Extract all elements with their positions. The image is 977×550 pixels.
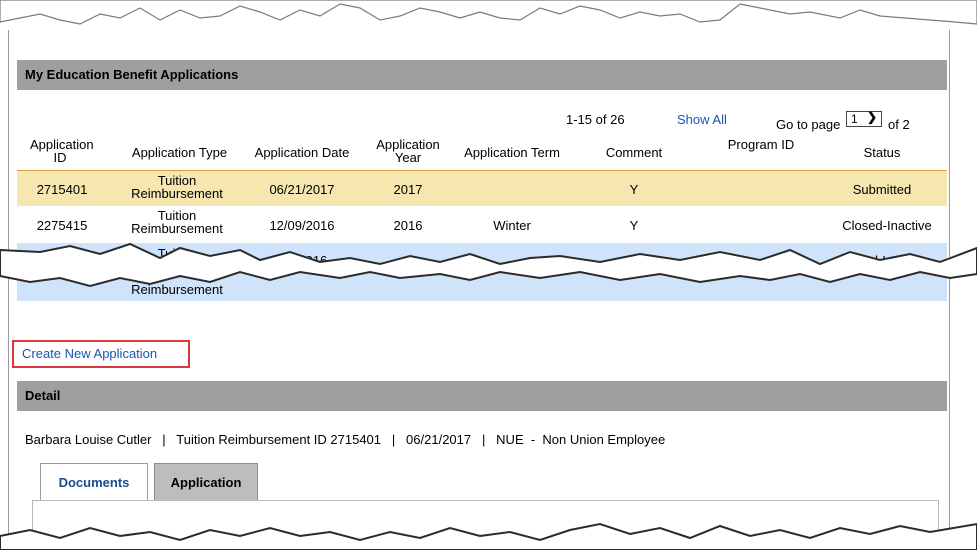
show-all-link[interactable]: Show All <box>677 112 727 127</box>
cell-application-year: 2017 <box>393 182 423 197</box>
applications-panel-title: My Education Benefit Applications <box>17 60 947 90</box>
column-header-application-date[interactable]: Application Date <box>243 146 361 159</box>
cell-application-type: Reimbursement <box>131 282 223 297</box>
column-header-application-term[interactable]: Application Term <box>452 146 572 159</box>
cell-application-id: 2715401 <box>36 182 88 197</box>
table-row[interactable]: 20977 Tuition /22/2016 Y losed-Inactive <box>17 243 947 271</box>
cell-status: Submitted <box>852 182 912 197</box>
applications-panel: My Education Benefit Applications <box>17 60 947 90</box>
page-total: of 2 <box>888 117 910 132</box>
cell-comment: Y <box>629 182 639 197</box>
cell-status: Closed-Inactive <box>842 218 932 233</box>
tab-application[interactable]: Application <box>154 463 258 501</box>
detail-panel: Detail <box>17 381 947 411</box>
cell-comment: Y <box>629 253 639 268</box>
table-row[interactable]: 2275415 Tuition Reimbursement 12/09/2016… <box>17 206 947 241</box>
cell-application-date: 12/09/2016 <box>269 218 335 233</box>
cell-status: losed-Inactive <box>846 253 928 268</box>
go-to-page-label: Go to page <box>776 117 841 132</box>
cell-application-id: 2275415 <box>36 218 88 233</box>
cell-application-year: 2016 <box>393 218 423 233</box>
table-row[interactable]: Reimbursement <box>17 271 947 301</box>
page-select-value: 1 <box>851 112 858 126</box>
page-select[interactable]: 1 ❯ <box>846 110 882 127</box>
column-header-program-id[interactable]: Program ID <box>726 138 796 151</box>
detail-panel-title: Detail <box>17 381 947 411</box>
column-header-application-type[interactable]: Application Type <box>117 146 242 159</box>
column-header-application-year[interactable]: Application Year <box>366 138 450 164</box>
cell-application-type: Tuition Reimbursement <box>131 208 223 236</box>
cell-application-type: Tuition <box>157 246 197 261</box>
cell-application-type: Tuition Reimbursement <box>131 173 223 201</box>
cell-comment: Y <box>629 218 639 233</box>
cell-application-id: 20977 <box>43 253 81 268</box>
table-row[interactable]: 2715401 Tuition Reimbursement 06/21/2017… <box>17 170 947 206</box>
cell-application-term: Winter <box>493 218 531 233</box>
column-header-comment[interactable]: Comment <box>594 146 674 159</box>
cell-application-date: 06/21/2017 <box>269 182 335 197</box>
tab-documents[interactable]: Documents <box>40 463 148 501</box>
detail-summary: Barbara Louise Cutler | Tuition Reimburs… <box>25 432 666 447</box>
create-new-application-link[interactable]: Create New Application <box>22 346 157 361</box>
column-header-status[interactable]: Status <box>842 146 922 159</box>
cell-application-date: /22/2016 <box>276 253 328 268</box>
tab-content-area <box>32 500 939 546</box>
pager-range: 1-15 of 26 <box>566 112 625 127</box>
column-header-application-id[interactable]: Application ID <box>30 138 94 164</box>
chevron-down-icon: ❯ <box>867 110 878 124</box>
